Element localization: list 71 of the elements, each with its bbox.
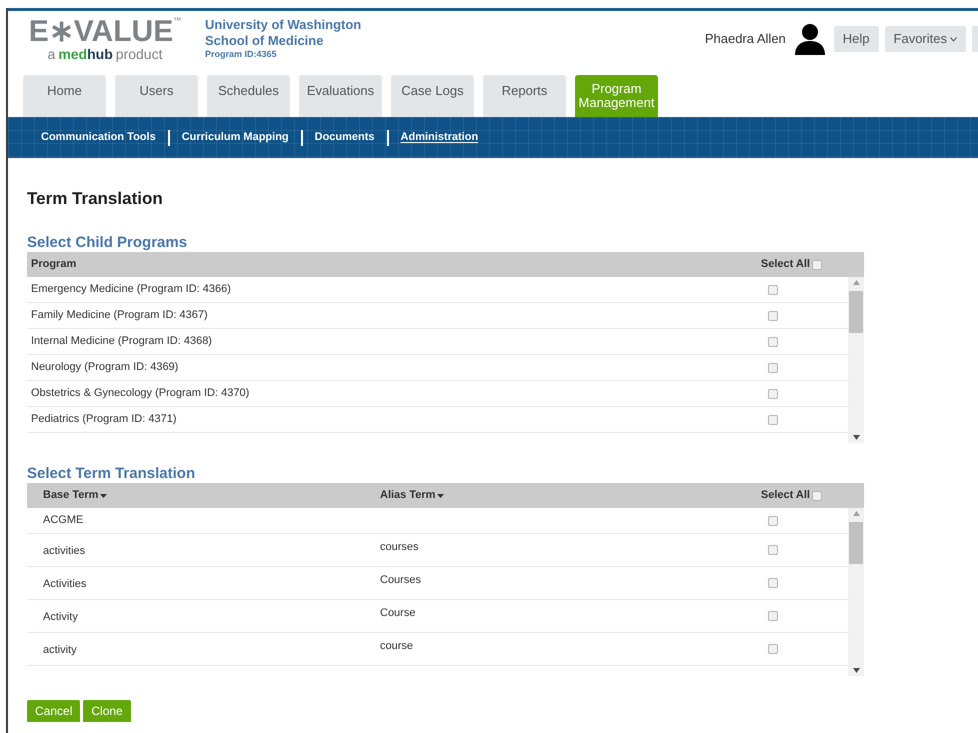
checkbox[interactable] xyxy=(768,516,778,526)
nav-tab[interactable]: Evaluations xyxy=(299,75,382,117)
base-term: activities xyxy=(42,544,86,559)
section-heading: Select Child Programs xyxy=(27,234,188,252)
nav-tab[interactable]: Case Logs xyxy=(391,75,474,117)
sort-caret-icon xyxy=(100,494,108,498)
scroll-up-icon[interactable] xyxy=(852,511,860,516)
favorites-dropdown[interactable]: Favorites xyxy=(884,26,966,52)
scroll-thumb[interactable] xyxy=(849,522,863,564)
checkbox[interactable] xyxy=(768,284,778,294)
checkbox[interactable] xyxy=(768,388,778,398)
sort-caret-icon xyxy=(437,494,444,498)
checkbox[interactable] xyxy=(768,414,778,424)
program-name: Obstetrics & Gynecology (Program ID: 4370) xyxy=(30,386,250,402)
program-name: Internal Medicine (Program ID: 4368) xyxy=(30,334,212,350)
nav-tab[interactable]: Reports xyxy=(483,75,566,117)
column-header: Program xyxy=(30,257,76,272)
header-button[interactable] xyxy=(972,26,978,52)
brand-text: med xyxy=(58,47,88,61)
base-term: Activity xyxy=(42,610,79,625)
base-term: ACGME xyxy=(42,513,84,528)
tagline-text: product xyxy=(116,47,162,61)
checkbox[interactable] xyxy=(768,644,778,654)
scrollbar[interactable] xyxy=(848,277,864,443)
program-id: Program ID:4365 xyxy=(205,49,278,59)
help-button[interactable]: Help xyxy=(834,26,879,52)
section-heading: Select Term Translation xyxy=(27,465,196,483)
alias-term: courses xyxy=(380,540,419,555)
base-term: Activities xyxy=(42,576,88,592)
alias-term: course xyxy=(380,638,414,654)
alias-term: Courses xyxy=(380,572,421,588)
program-name: Pediatrics (Program ID: 4371) xyxy=(30,412,176,428)
base-term: activity xyxy=(42,642,78,658)
scroll-down-icon[interactable] xyxy=(852,668,860,673)
institution-name: University of Washington xyxy=(205,17,362,33)
brand-text: hub xyxy=(87,47,113,61)
scroll-down-icon[interactable] xyxy=(852,435,860,440)
subnav-link[interactable]: Curriculum Mapping xyxy=(182,129,289,146)
nav-tab[interactable]: Schedules xyxy=(207,75,290,117)
checkbox[interactable] xyxy=(768,578,778,588)
page-title: Term Translation xyxy=(27,189,164,209)
program-name: Neurology (Program ID: 4369) xyxy=(30,360,178,376)
scrollbar[interactable] xyxy=(848,508,864,676)
nav-tab[interactable]: Home xyxy=(23,75,106,117)
alias-term: Course xyxy=(380,606,416,621)
scroll-thumb[interactable] xyxy=(849,291,863,333)
program-name: Emergency Medicine (Program ID: 4366) xyxy=(30,282,231,298)
checkbox[interactable] xyxy=(768,362,778,372)
chevron-down-icon xyxy=(950,36,957,42)
scroll-up-icon[interactable] xyxy=(852,280,860,285)
evalue-logo[interactable]: E∗VALUE™ a medhub product xyxy=(20,17,190,61)
program-name: Family Medicine (Program ID: 4367) xyxy=(30,308,208,324)
subnav-link[interactable]: Communication Tools xyxy=(41,129,156,146)
checkbox[interactable] xyxy=(768,545,778,555)
trademark: ™ xyxy=(173,17,182,25)
checkbox[interactable] xyxy=(812,260,822,270)
subnav-link[interactable]: Administration xyxy=(400,129,478,146)
school-name: School of Medicine xyxy=(205,33,324,49)
logo-wordmark: E∗VALUE xyxy=(28,17,174,47)
tagline-text: a xyxy=(48,47,56,61)
checkbox[interactable] xyxy=(812,490,822,500)
column-header[interactable]: Alias Term xyxy=(380,487,436,504)
subnav-link[interactable]: Documents xyxy=(314,129,375,146)
user-name[interactable]: Phaedra Allen xyxy=(704,29,786,49)
checkbox[interactable] xyxy=(768,611,778,621)
nav-tab[interactable]: Users xyxy=(115,75,198,117)
column-header[interactable]: Base Term xyxy=(43,487,98,504)
select-all-label: Select All xyxy=(760,257,810,272)
select-all-label: Select All xyxy=(760,488,810,504)
checkbox[interactable] xyxy=(768,336,778,346)
checkbox[interactable] xyxy=(768,310,778,320)
